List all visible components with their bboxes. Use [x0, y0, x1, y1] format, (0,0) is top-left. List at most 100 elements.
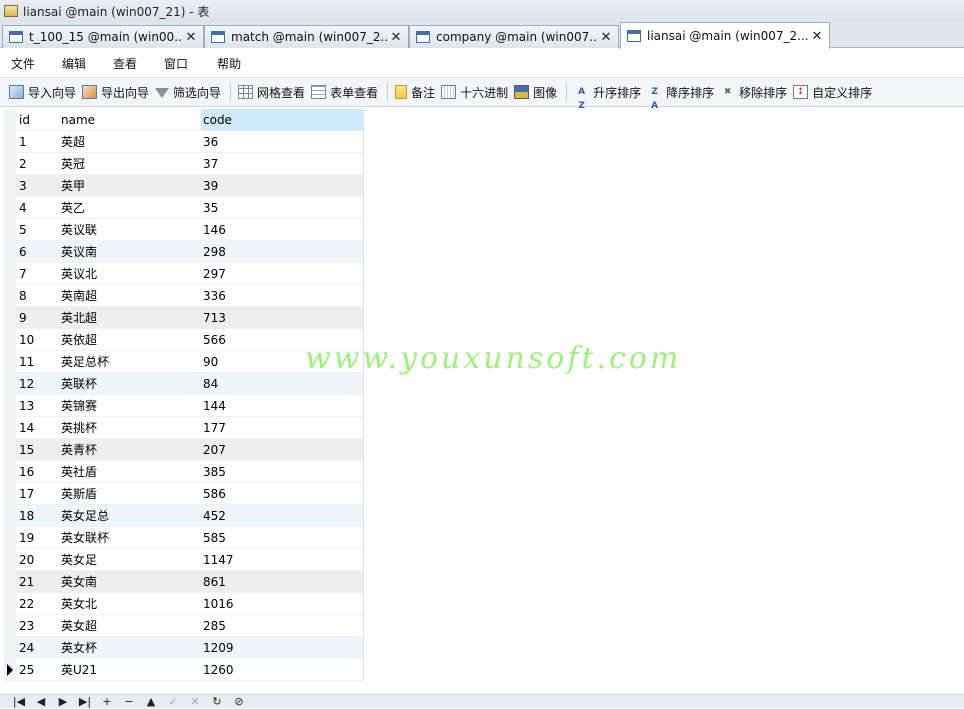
cell-id[interactable]: 9 — [16, 311, 59, 325]
table-row[interactable]: 18 英女足总 452 — [4, 504, 364, 527]
cell-code[interactable]: 39 — [201, 179, 364, 193]
cell-id[interactable]: 24 — [16, 641, 59, 655]
cell-name[interactable]: 英U21 — [59, 661, 201, 678]
table-row[interactable]: 12 英联杯 84 — [4, 372, 364, 395]
tab-t_100_15[interactable]: t_100_15 @main (win00... ✕ — [2, 25, 204, 48]
cell-code[interactable]: 1147 — [201, 553, 364, 567]
column-header-id[interactable]: id — [16, 113, 59, 127]
cell-id[interactable]: 25 — [16, 663, 59, 677]
cell-id[interactable]: 21 — [16, 575, 59, 589]
memo-button[interactable]: 备注 — [393, 80, 439, 104]
cell-name[interactable]: 英超 — [59, 133, 201, 150]
cell-id[interactable]: 23 — [16, 619, 59, 633]
table-row[interactable]: 1 英超 36 — [4, 130, 364, 153]
cell-id[interactable]: 10 — [16, 333, 59, 347]
grid-view-button[interactable]: 网格查看 — [236, 80, 309, 104]
cell-name[interactable]: 英女超 — [59, 617, 201, 634]
cell-id[interactable]: 14 — [16, 421, 59, 435]
cell-id[interactable]: 3 — [16, 179, 59, 193]
cell-name[interactable]: 英联杯 — [59, 375, 201, 392]
cell-code[interactable]: 861 — [201, 575, 364, 589]
row-indicator[interactable] — [4, 328, 16, 351]
import-wizard-button[interactable]: 导入向导 — [7, 80, 80, 104]
cell-id[interactable]: 12 — [16, 377, 59, 391]
table-row[interactable]: 3 英甲 39 — [4, 174, 364, 197]
cell-code[interactable]: 297 — [201, 267, 364, 281]
table-row[interactable]: 2 英冠 37 — [4, 152, 364, 175]
table-row[interactable]: 21 英女南 861 — [4, 570, 364, 593]
cell-id[interactable]: 16 — [16, 465, 59, 479]
cell-code[interactable]: 298 — [201, 245, 364, 259]
row-indicator[interactable] — [4, 394, 16, 417]
row-indicator[interactable] — [4, 460, 16, 483]
close-icon[interactable]: ✕ — [388, 30, 404, 45]
tab-liansai[interactable]: liansai @main (win007_2... ✕ — [620, 22, 830, 49]
filter-wizard-button[interactable]: 筛选向导 — [153, 80, 225, 104]
cell-name[interactable]: 英社盾 — [59, 463, 201, 480]
cell-name[interactable]: 英锦赛 — [59, 397, 201, 414]
table-row[interactable]: 8 英南超 336 — [4, 284, 364, 307]
cell-id[interactable]: 11 — [16, 355, 59, 369]
cell-id[interactable]: 13 — [16, 399, 59, 413]
cell-name[interactable]: 英议北 — [59, 265, 201, 282]
cell-id[interactable]: 4 — [16, 201, 59, 215]
cell-code[interactable]: 84 — [201, 377, 364, 391]
table-row[interactable]: 17 英斯盾 586 — [4, 482, 364, 505]
table-row[interactable]: 24 英女杯 1209 — [4, 636, 364, 659]
cell-code[interactable]: 585 — [201, 531, 364, 545]
table-row[interactable]: 7 英议北 297 — [4, 262, 364, 285]
cell-code[interactable]: 336 — [201, 289, 364, 303]
row-indicator[interactable] — [4, 152, 16, 175]
cell-id[interactable]: 17 — [16, 487, 59, 501]
table-row[interactable]: 25 英U21 1260 — [4, 658, 364, 681]
table-row[interactable]: 15 英青杯 207 — [4, 438, 364, 461]
table-row[interactable]: 13 英锦赛 144 — [4, 394, 364, 417]
cell-name[interactable]: 英议联 — [59, 221, 201, 238]
table-row[interactable]: 14 英挑杯 177 — [4, 416, 364, 439]
cell-id[interactable]: 15 — [16, 443, 59, 457]
menu-window[interactable]: 窗口 — [148, 55, 199, 72]
cell-code[interactable]: 37 — [201, 157, 364, 171]
first-record-button[interactable]: |◀ — [8, 695, 30, 709]
cell-id[interactable]: 8 — [16, 289, 59, 303]
row-indicator[interactable] — [4, 174, 16, 197]
cell-name[interactable]: 英足总杯 — [59, 353, 201, 370]
cell-code[interactable]: 177 — [201, 421, 364, 435]
apply-changes-button[interactable]: ✓ — [162, 695, 184, 709]
table-row[interactable]: 19 英女联杯 585 — [4, 526, 364, 549]
row-indicator[interactable] — [4, 592, 16, 615]
menu-help[interactable]: 帮助 — [199, 55, 252, 72]
cell-name[interactable]: 英女北 — [59, 595, 201, 612]
menu-view[interactable]: 查看 — [97, 55, 148, 72]
table-row[interactable]: 5 英议联 146 — [4, 218, 364, 241]
row-indicator[interactable] — [4, 614, 16, 637]
close-icon[interactable]: ✕ — [183, 30, 199, 45]
cell-id[interactable]: 7 — [16, 267, 59, 281]
cell-id[interactable]: 6 — [16, 245, 59, 259]
last-record-button[interactable]: ▶| — [74, 695, 96, 709]
custom-sort-button[interactable]: ↕ 自定义排序 — [791, 80, 876, 104]
cell-name[interactable]: 英挑杯 — [59, 419, 201, 436]
row-indicator[interactable] — [4, 636, 16, 659]
add-record-button[interactable]: + — [96, 695, 118, 709]
tab-company[interactable]: company @main (win007... ✕ — [409, 25, 619, 48]
row-indicator[interactable] — [4, 284, 16, 307]
export-wizard-button[interactable]: 导出向导 — [80, 80, 153, 104]
cell-name[interactable]: 英冠 — [59, 155, 201, 172]
table-row[interactable]: 23 英女超 285 — [4, 614, 364, 637]
cell-name[interactable]: 英青杯 — [59, 441, 201, 458]
cell-code[interactable]: 385 — [201, 465, 364, 479]
cell-id[interactable]: 5 — [16, 223, 59, 237]
cell-code[interactable]: 35 — [201, 201, 364, 215]
cell-id[interactable]: 20 — [16, 553, 59, 567]
cancel-changes-button[interactable]: ✕ — [184, 695, 206, 709]
stop-button[interactable]: ⊘ — [228, 695, 250, 709]
table-row[interactable]: 20 英女足 1147 — [4, 548, 364, 571]
cell-code[interactable]: 1016 — [201, 597, 364, 611]
column-header-code[interactable]: code — [201, 108, 364, 131]
cell-name[interactable]: 英女足 — [59, 551, 201, 568]
row-indicator[interactable] — [4, 306, 16, 329]
cell-name[interactable]: 英斯盾 — [59, 485, 201, 502]
cell-code[interactable]: 144 — [201, 399, 364, 413]
cell-code[interactable]: 207 — [201, 443, 364, 457]
